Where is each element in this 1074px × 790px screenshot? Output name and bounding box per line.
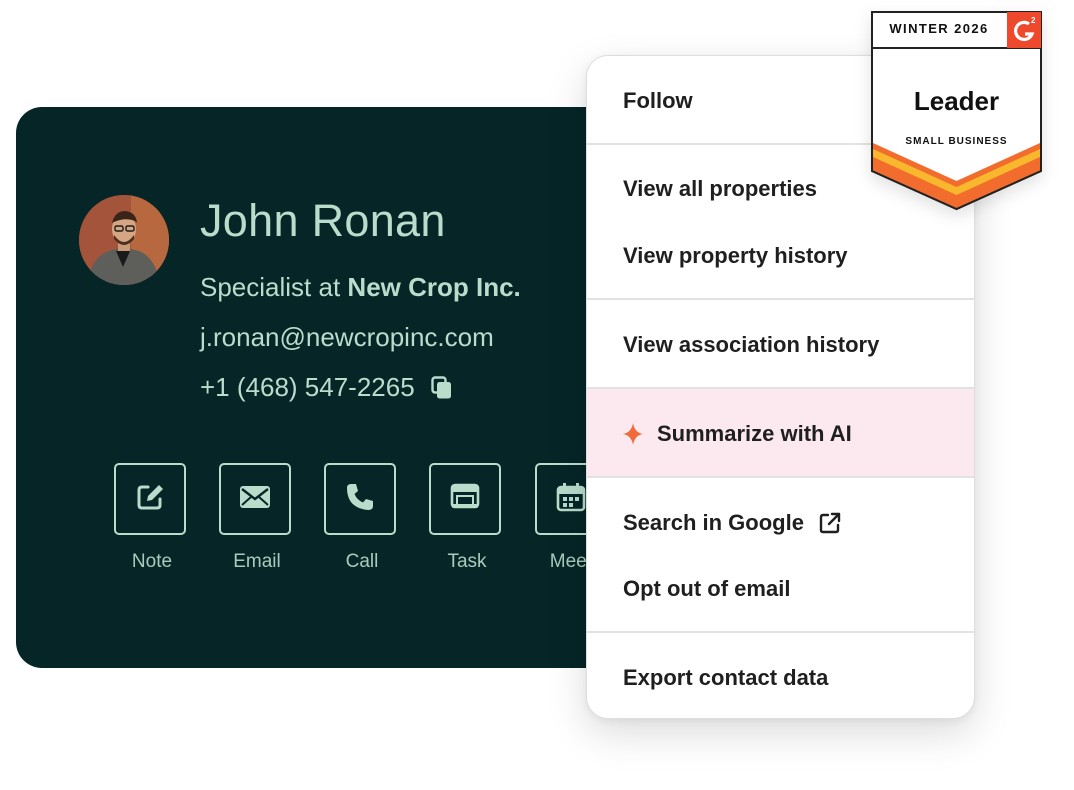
action-label: Task (447, 551, 487, 572)
menu-item-label: Summarize with AI (657, 421, 852, 446)
menu-item-label: Opt out of email (623, 576, 791, 601)
action-call: Call (324, 463, 400, 573)
phone-icon (345, 482, 375, 517)
badge-season: WINTER 2026 (889, 21, 989, 36)
menu-divider (587, 387, 974, 389)
contact-email[interactable]: j.ronan@newcropinc.com (200, 322, 494, 353)
contact-phone-row: +1 (468) 547-2265 (200, 372, 453, 403)
menu-item-search-google[interactable]: Search in Google (587, 496, 974, 550)
badge-title: Leader (913, 86, 1000, 116)
contact-card: John Ronan Specialist at New Crop Inc. j… (16, 107, 636, 668)
g2-leader-badge: WINTER 2026 2 Leader SMALL BUSINESS (871, 11, 1042, 211)
contact-job-title: Specialist at New Crop Inc. (200, 272, 521, 303)
job-title-prefix: Specialist at (200, 272, 341, 302)
contact-name: John Ronan (200, 195, 446, 246)
menu-item-opt-out-email[interactable]: Opt out of email (587, 562, 974, 616)
menu-item-label: View all properties (623, 176, 818, 201)
note-button[interactable] (114, 463, 186, 535)
sparkle-icon (623, 423, 643, 445)
action-note: Note (114, 463, 190, 573)
calendar-icon (556, 482, 586, 517)
menu-item-label: View association history (623, 332, 880, 357)
note-edit-icon (135, 482, 165, 517)
menu-divider (587, 476, 974, 478)
g2-logo-icon: 2 (1007, 12, 1042, 48)
menu-item-view-association-history[interactable]: View association history (587, 318, 974, 372)
action-label: Note (131, 551, 173, 572)
call-button[interactable] (324, 463, 396, 535)
action-label: Call (345, 551, 379, 572)
email-button[interactable] (219, 463, 291, 535)
action-label: Email (233, 551, 281, 572)
task-button[interactable] (429, 463, 501, 535)
contact-phone[interactable]: +1 (468) 547-2265 (200, 372, 415, 403)
menu-divider (587, 298, 974, 300)
task-icon (450, 483, 480, 516)
external-link-icon (818, 511, 842, 535)
envelope-icon (239, 485, 271, 514)
copy-icon[interactable] (430, 375, 453, 400)
action-task: Task (429, 463, 505, 573)
menu-divider (587, 631, 974, 633)
menu-item-label: Follow (623, 88, 693, 113)
menu-item-summarize-ai[interactable]: Summarize with AI (587, 407, 974, 461)
menu-item-view-property-history[interactable]: View property history (587, 229, 974, 283)
company-name: New Crop Inc. (347, 272, 521, 302)
menu-item-label: Search in Google (623, 510, 804, 535)
action-email: Email (219, 463, 295, 573)
menu-item-label: View property history (623, 243, 848, 268)
svg-text:2: 2 (1031, 16, 1036, 25)
menu-item-label: Export contact data (623, 665, 829, 690)
menu-item-export-contact[interactable]: Export contact data (587, 651, 974, 705)
badge-subtitle: SMALL BUSINESS (905, 136, 1008, 147)
avatar (79, 195, 169, 285)
